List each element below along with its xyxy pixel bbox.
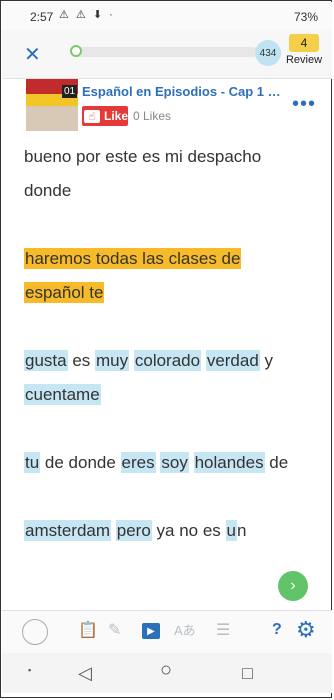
known-word[interactable]: soy: [160, 452, 189, 473]
known-word[interactable]: muy: [95, 350, 130, 371]
text-line: cuentame: [24, 378, 314, 412]
known-word[interactable]: gusta: [24, 350, 68, 371]
highlighted-phrase[interactable]: haremos todas las clases de: [24, 248, 242, 269]
lesson-title[interactable]: Español en Episodios - Cap 1 U...: [82, 84, 282, 99]
known-word[interactable]: eres: [120, 452, 156, 473]
word-text: y: [259, 351, 274, 370]
like-label: Like: [103, 109, 128, 123]
word-text: donde: [24, 181, 72, 200]
clipboard-icon[interactable]: 📋: [78, 620, 98, 640]
word-text: es: [67, 351, 95, 370]
recent-apps-icon[interactable]: □: [242, 663, 253, 684]
known-word[interactable]: colorado: [133, 350, 202, 371]
known-word[interactable]: tu: [24, 452, 41, 473]
known-word[interactable]: amsterdam: [24, 520, 112, 541]
system-nav-bar: ▪ ◁ ○ □: [2, 653, 332, 693]
text-line: haremos todas las clases de: [24, 242, 314, 276]
like-button[interactable]: ☝ Like: [82, 106, 128, 126]
text-line: amsterdam pero ya no es un: [24, 514, 314, 548]
hand-icon: ☝: [84, 109, 100, 123]
word-text: [189, 453, 194, 472]
battery-level: 73%: [293, 10, 318, 24]
translate-icon[interactable]: Aあ: [174, 620, 196, 639]
pen-icon[interactable]: ✎: [108, 620, 121, 640]
word-text: de donde: [40, 453, 121, 472]
nav-dot-icon: ▪: [28, 665, 32, 675]
lesson-thumbnail[interactable]: 01: [26, 79, 78, 131]
back-icon[interactable]: ◁: [78, 663, 92, 684]
text-line: gusta es muy colorado verdad y: [24, 344, 314, 378]
text-gap: [24, 208, 314, 242]
text-line: donde: [24, 174, 314, 208]
thumbnail-scene: [26, 106, 78, 131]
list-icon[interactable]: ☰: [216, 620, 230, 640]
bottom-toolbar: 📋 ✎ ▶ Aあ ☰ ? ⚙: [2, 610, 332, 653]
help-icon[interactable]: ?: [272, 621, 282, 639]
text-line: tu de donde eres soy holandes de: [24, 446, 314, 480]
text-gap: [24, 412, 314, 446]
close-icon[interactable]: ✕: [24, 42, 41, 67]
gear-icon[interactable]: ⚙: [296, 617, 316, 643]
likes-count: 0 Likes: [133, 109, 172, 123]
home-icon[interactable]: ○: [160, 659, 172, 682]
progress-track: [70, 45, 258, 57]
word-text: bueno por este es mi despacho: [24, 147, 262, 166]
known-word[interactable]: holandes: [193, 452, 265, 473]
known-word[interactable]: verdad: [205, 350, 260, 371]
text-gap: [24, 310, 314, 344]
play-icon[interactable]: ▶: [142, 623, 160, 639]
more-options-icon[interactable]: •••: [292, 93, 316, 116]
review-label: Review: [285, 54, 323, 66]
word-text: ya no es: [151, 521, 226, 540]
record-circle-icon[interactable]: [22, 619, 48, 645]
lesson-toolbar: ✕ 434 4 Review: [2, 30, 332, 79]
known-word[interactable]: pero: [115, 520, 152, 541]
review-button[interactable]: 4 Review: [285, 34, 323, 66]
lesson-header: 01 Español en Episodios - Cap 1 U... ☝ L…: [2, 79, 332, 133]
next-page-button[interactable]: ›: [278, 571, 308, 601]
known-words-badge[interactable]: 434: [255, 40, 281, 66]
progress-dot: [70, 45, 82, 57]
text-line: español te: [24, 276, 314, 310]
text-line: bueno por este es mi despacho: [24, 140, 314, 174]
review-count: 4: [289, 34, 319, 52]
text-gap: [24, 480, 314, 514]
status-bar: 2:57 ⚠ ⚠ ⬇ · 73%: [2, 2, 332, 30]
lesson-text: bueno por este es mi despacho donde haremo…: [24, 140, 314, 548]
status-time: 2:57: [30, 10, 54, 24]
known-word[interactable]: u: [225, 520, 237, 541]
notification-icons: ⚠ ⚠ ⬇ ·: [59, 9, 115, 21]
word-text: de: [264, 453, 289, 472]
thumbnail-number: 01: [62, 85, 78, 98]
word-text: n: [236, 521, 247, 540]
known-word[interactable]: cuentame: [24, 384, 101, 405]
highlighted-phrase[interactable]: español te: [24, 282, 105, 303]
